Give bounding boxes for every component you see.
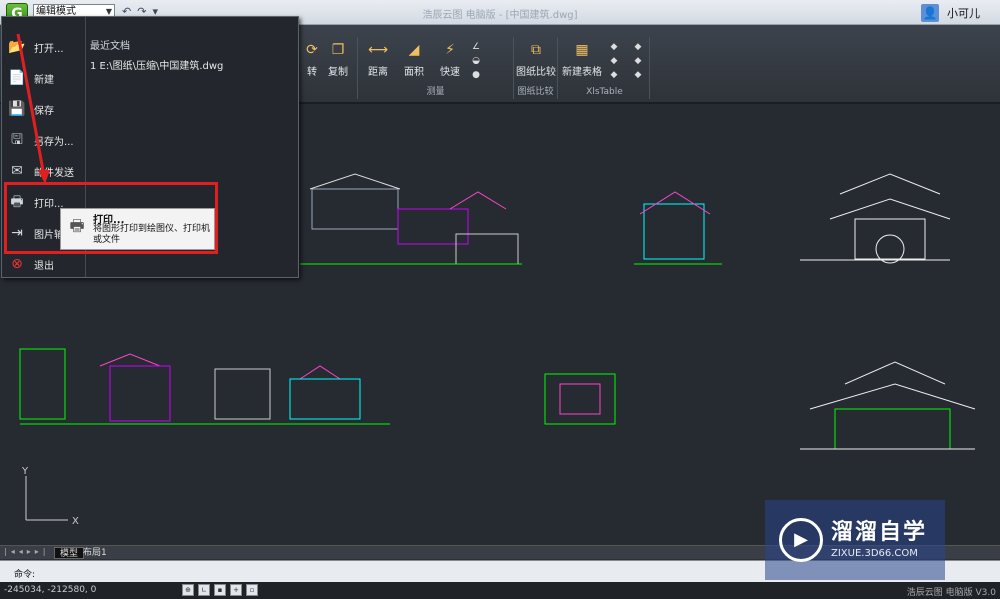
- area-icon: ◢: [408, 42, 420, 58]
- ribbon-group-measure: ⟷ 距离 ◢ 面积 ⚡ 快速 ∠ ◒ ● 测量: [358, 37, 514, 99]
- play-logo-icon: ▶: [779, 518, 823, 562]
- menu-save-label: 保存: [34, 105, 54, 117]
- ortho-toggle-icon[interactable]: ∟: [198, 584, 210, 596]
- building-elevation: [300, 173, 522, 265]
- table-tool-icon[interactable]: ◆: [608, 41, 620, 53]
- plan-detail: [544, 373, 616, 425]
- exit-icon: ⊗: [11, 256, 23, 272]
- menu-save[interactable]: 💾 保存: [6, 95, 84, 123]
- table-tool-icon[interactable]: ◆: [632, 69, 644, 81]
- watermark-name: 溜溜自学: [831, 520, 928, 545]
- table-tool-icon[interactable]: ◆: [632, 41, 644, 53]
- tab-nav-arrows[interactable]: |◂◂▸▸|: [4, 547, 49, 556]
- quick-measure-button[interactable]: ⚡ 快速: [430, 41, 470, 78]
- rotate-label: 转: [307, 67, 317, 78]
- area-button[interactable]: ◢ 面积: [394, 41, 434, 78]
- menu-email[interactable]: ✉ 邮件发送: [6, 157, 84, 185]
- compare-label: 图纸比较: [516, 67, 556, 78]
- new-table-label: 新建表格: [562, 67, 602, 78]
- coordinates-readout: -245034, -212580, 0: [4, 585, 97, 595]
- quick-measure-icon: ⚡: [445, 42, 455, 58]
- copy-button[interactable]: ❐ 复制: [318, 41, 358, 78]
- save-icon: 💾: [8, 101, 26, 117]
- compare-icon: ⧉: [531, 42, 541, 58]
- menu-save-as[interactable]: 🖫 另存为...: [6, 126, 84, 154]
- recent-docs-title: 最近文档: [90, 41, 130, 52]
- menu-exit[interactable]: ⊗ 退出: [6, 250, 84, 278]
- compare-button[interactable]: ⧉ 图纸比较: [516, 41, 556, 78]
- lineweight-toggle-icon[interactable]: ▫: [246, 584, 258, 596]
- distance-button[interactable]: ⟷ 距离: [358, 41, 398, 78]
- temple-elevation: [800, 361, 976, 450]
- ribbon-group-edit: ⟳ 转 ❐ 复制: [290, 37, 358, 99]
- measure-angle-icon[interactable]: ∠: [470, 41, 482, 53]
- building-section: [634, 191, 722, 265]
- command-label: 命令:: [14, 570, 36, 580]
- menu-save-as-label: 另存为...: [34, 136, 74, 148]
- menu-new-label: 新建: [34, 74, 54, 86]
- area-label: 面积: [404, 67, 424, 78]
- print-tooltip: 🖶 打印... 将图形打印到绘图仪、打印机或文件: [60, 208, 215, 250]
- status-bar: -245034, -212580, 0 ⊕ ∟ ▪ + ▫ 浩辰云图 电脑版 V…: [0, 582, 1000, 599]
- measure-arc-icon[interactable]: ◒: [470, 55, 482, 67]
- ucs-icon: [25, 476, 68, 521]
- user-avatar-icon: 👤: [921, 4, 939, 22]
- ribbon-group-xlstable: ▦ 新建表格 ◆ ◆ ◆ ◆ ◆ ◆ XlsTable: [560, 37, 650, 99]
- ucs-x-label: X: [72, 516, 79, 527]
- table-tool-icon[interactable]: ◆: [632, 55, 644, 67]
- new-table-button[interactable]: ▦ 新建表格: [562, 41, 602, 78]
- ucs-y-label: Y: [21, 466, 29, 477]
- version-label: 浩辰云图 电脑版 V3.0: [906, 588, 996, 598]
- table-tool-icon[interactable]: ◆: [608, 69, 620, 81]
- group-label-compare: 图纸比较: [517, 87, 554, 97]
- pavilion-elevation: [800, 173, 951, 264]
- quick-measure-label: 快速: [440, 67, 460, 78]
- save-as-icon: 🖫: [11, 132, 23, 148]
- snap-toggle-icon[interactable]: ⊕: [182, 584, 194, 596]
- tooltip-description: 将图形打印到绘图仪、打印机或文件: [93, 224, 211, 245]
- grid-toggle-icon[interactable]: ▪: [214, 584, 226, 596]
- copy-label: 复制: [328, 67, 348, 78]
- watermark-url: ZIXUE.3D66.COM: [831, 548, 918, 559]
- menu-exit-label: 退出: [34, 260, 54, 272]
- user-area[interactable]: 👤 小可儿: [921, 3, 980, 23]
- watermark: ▶ 溜溜自学 ZIXUE.3D66.COM: [765, 500, 945, 580]
- osnap-toggle-icon[interactable]: +: [230, 584, 242, 596]
- tab-layout1[interactable]: 布局1: [78, 547, 112, 559]
- new-file-icon: 📄: [8, 70, 26, 86]
- long-section: [19, 348, 390, 425]
- table-icon: ▦: [575, 42, 589, 58]
- recent-doc-item[interactable]: 1 E:\图纸\压缩\中国建筑.dwg: [90, 57, 223, 72]
- ribbon-group-compare: ⧉ 图纸比较 图纸比较: [514, 37, 558, 99]
- menu-open-label: 打开...: [34, 43, 64, 55]
- folder-open-icon: 📂: [8, 39, 26, 55]
- measure-point-icon[interactable]: ●: [470, 69, 482, 81]
- menu-open[interactable]: 📂 打开...: [6, 33, 84, 61]
- table-tool-icon[interactable]: ◆: [608, 55, 620, 67]
- mail-icon: ✉: [11, 163, 23, 179]
- distance-icon: ⟷: [368, 42, 389, 58]
- group-label-xlstable: XlsTable: [586, 87, 623, 97]
- distance-label: 距离: [368, 67, 388, 78]
- printer-icon: 🖶: [69, 216, 85, 235]
- menu-new[interactable]: 📄 新建: [6, 64, 84, 92]
- menu-email-label: 邮件发送: [34, 167, 74, 179]
- group-label-measure: 测量: [426, 87, 445, 97]
- user-name: 小可儿: [947, 7, 980, 20]
- copy-icon: ❐: [331, 42, 345, 58]
